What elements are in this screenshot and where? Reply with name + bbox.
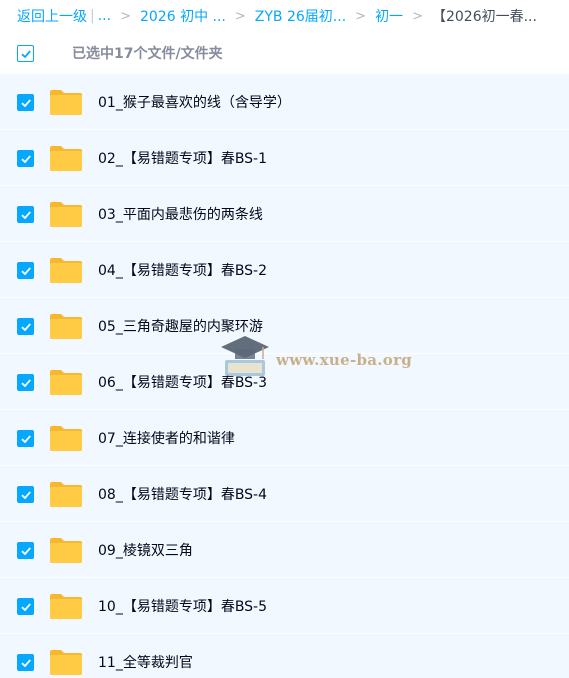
file-row[interactable]: 03_平面内最悲伤的两条线 [0, 186, 569, 242]
checkmark-icon [20, 322, 31, 331]
chevron-right-icon: > [120, 8, 131, 24]
checkmark-icon [20, 490, 31, 499]
row-checkbox[interactable] [17, 318, 34, 335]
folder-icon [50, 426, 82, 451]
row-checkbox[interactable] [17, 206, 34, 223]
breadcrumb-item-grade[interactable]: 2026 初中 ... [140, 6, 226, 26]
row-checkbox[interactable] [17, 150, 34, 167]
checkmark-icon [20, 266, 31, 275]
row-checkbox[interactable] [17, 542, 34, 559]
chevron-right-icon: > [355, 8, 367, 24]
breadcrumb-current: 【2026初一春... [431, 9, 537, 25]
folder-icon [50, 538, 82, 563]
folder-icon [50, 146, 82, 171]
checkmark-icon [20, 98, 31, 107]
file-name[interactable]: 05_三角奇趣屋的内聚环游 [98, 316, 263, 336]
file-name[interactable]: 03_平面内最悲伤的两条线 [98, 204, 263, 224]
breadcrumb-item-course[interactable]: ZYB 26届初... [255, 6, 346, 26]
breadcrumb-ellipsis[interactable]: ... [98, 8, 111, 24]
checkmark-icon [20, 210, 31, 219]
file-row[interactable]: 11_全等裁判官 [0, 634, 569, 678]
folder-icon [50, 314, 82, 339]
file-row[interactable]: 07_连接使者的和谐律 [0, 410, 569, 466]
row-checkbox[interactable] [17, 598, 34, 615]
file-name[interactable]: 08_【易错题专项】春BS-4 [98, 484, 267, 504]
checkmark-icon [20, 378, 31, 387]
breadcrumb-divider: | [90, 8, 95, 24]
select-all-checkbox[interactable] [17, 45, 34, 62]
file-row[interactable]: 01_猴子最喜欢的线（含导学） [0, 74, 569, 130]
row-checkbox[interactable] [17, 94, 34, 111]
file-name[interactable]: 09_棱镜双三角 [98, 540, 193, 560]
folder-icon [50, 650, 82, 675]
file-list: 01_猴子最喜欢的线（含导学） 02_【易错题专项】春BS-1 03_平面内最悲伤的… [0, 74, 569, 678]
row-checkbox[interactable] [17, 654, 34, 671]
file-row[interactable]: 09_棱镜双三角 [0, 522, 569, 578]
file-row[interactable]: 10_【易错题专项】春BS-5 [0, 578, 569, 634]
row-checkbox[interactable] [17, 262, 34, 279]
checkmark-icon [20, 154, 31, 163]
file-name[interactable]: 10_【易错题专项】春BS-5 [98, 596, 267, 616]
checkmark-icon [20, 546, 31, 555]
checkmark-icon [20, 602, 31, 611]
folder-icon [50, 258, 82, 283]
folder-icon [50, 370, 82, 395]
checkmark-icon [20, 658, 31, 667]
row-checkbox[interactable] [17, 486, 34, 503]
checkmark-icon [20, 434, 31, 443]
folder-icon [50, 594, 82, 619]
file-row[interactable]: 05_三角奇趣屋的内聚环游 [0, 298, 569, 354]
file-row[interactable]: 06_【易错题专项】春BS-3 [0, 354, 569, 410]
file-row[interactable]: 04_【易错题专项】春BS-2 [0, 242, 569, 298]
file-name[interactable]: 02_【易错题专项】春BS-1 [98, 148, 267, 168]
row-checkbox[interactable] [17, 374, 34, 391]
selection-bar: 已选中17个文件/文件夹 [0, 32, 569, 74]
file-name[interactable]: 01_猴子最喜欢的线（含导学） [98, 92, 291, 112]
row-checkbox[interactable] [17, 430, 34, 447]
breadcrumb-item-term[interactable]: 初一 [375, 6, 403, 26]
chevron-right-icon: > [412, 8, 423, 24]
file-name[interactable]: 06_【易错题专项】春BS-3 [98, 372, 267, 392]
checkmark-icon [20, 49, 31, 58]
folder-icon [50, 482, 82, 507]
breadcrumb: 返回上一级 | ... > 2026 初中 ... > ZYB 26届初... … [0, 0, 569, 32]
file-row[interactable]: 02_【易错题专项】春BS-1 [0, 130, 569, 186]
file-name[interactable]: 07_连接使者的和谐律 [98, 428, 235, 448]
selection-count: 已选中17个文件/文件夹 [72, 46, 223, 62]
file-row[interactable]: 08_【易错题专项】春BS-4 [0, 466, 569, 522]
file-name[interactable]: 11_全等裁判官 [98, 652, 193, 672]
folder-icon [50, 202, 82, 227]
chevron-right-icon: > [234, 8, 246, 24]
folder-icon [50, 90, 82, 115]
file-name[interactable]: 04_【易错题专项】春BS-2 [98, 260, 267, 280]
back-link[interactable]: 返回上一级 [17, 6, 87, 26]
